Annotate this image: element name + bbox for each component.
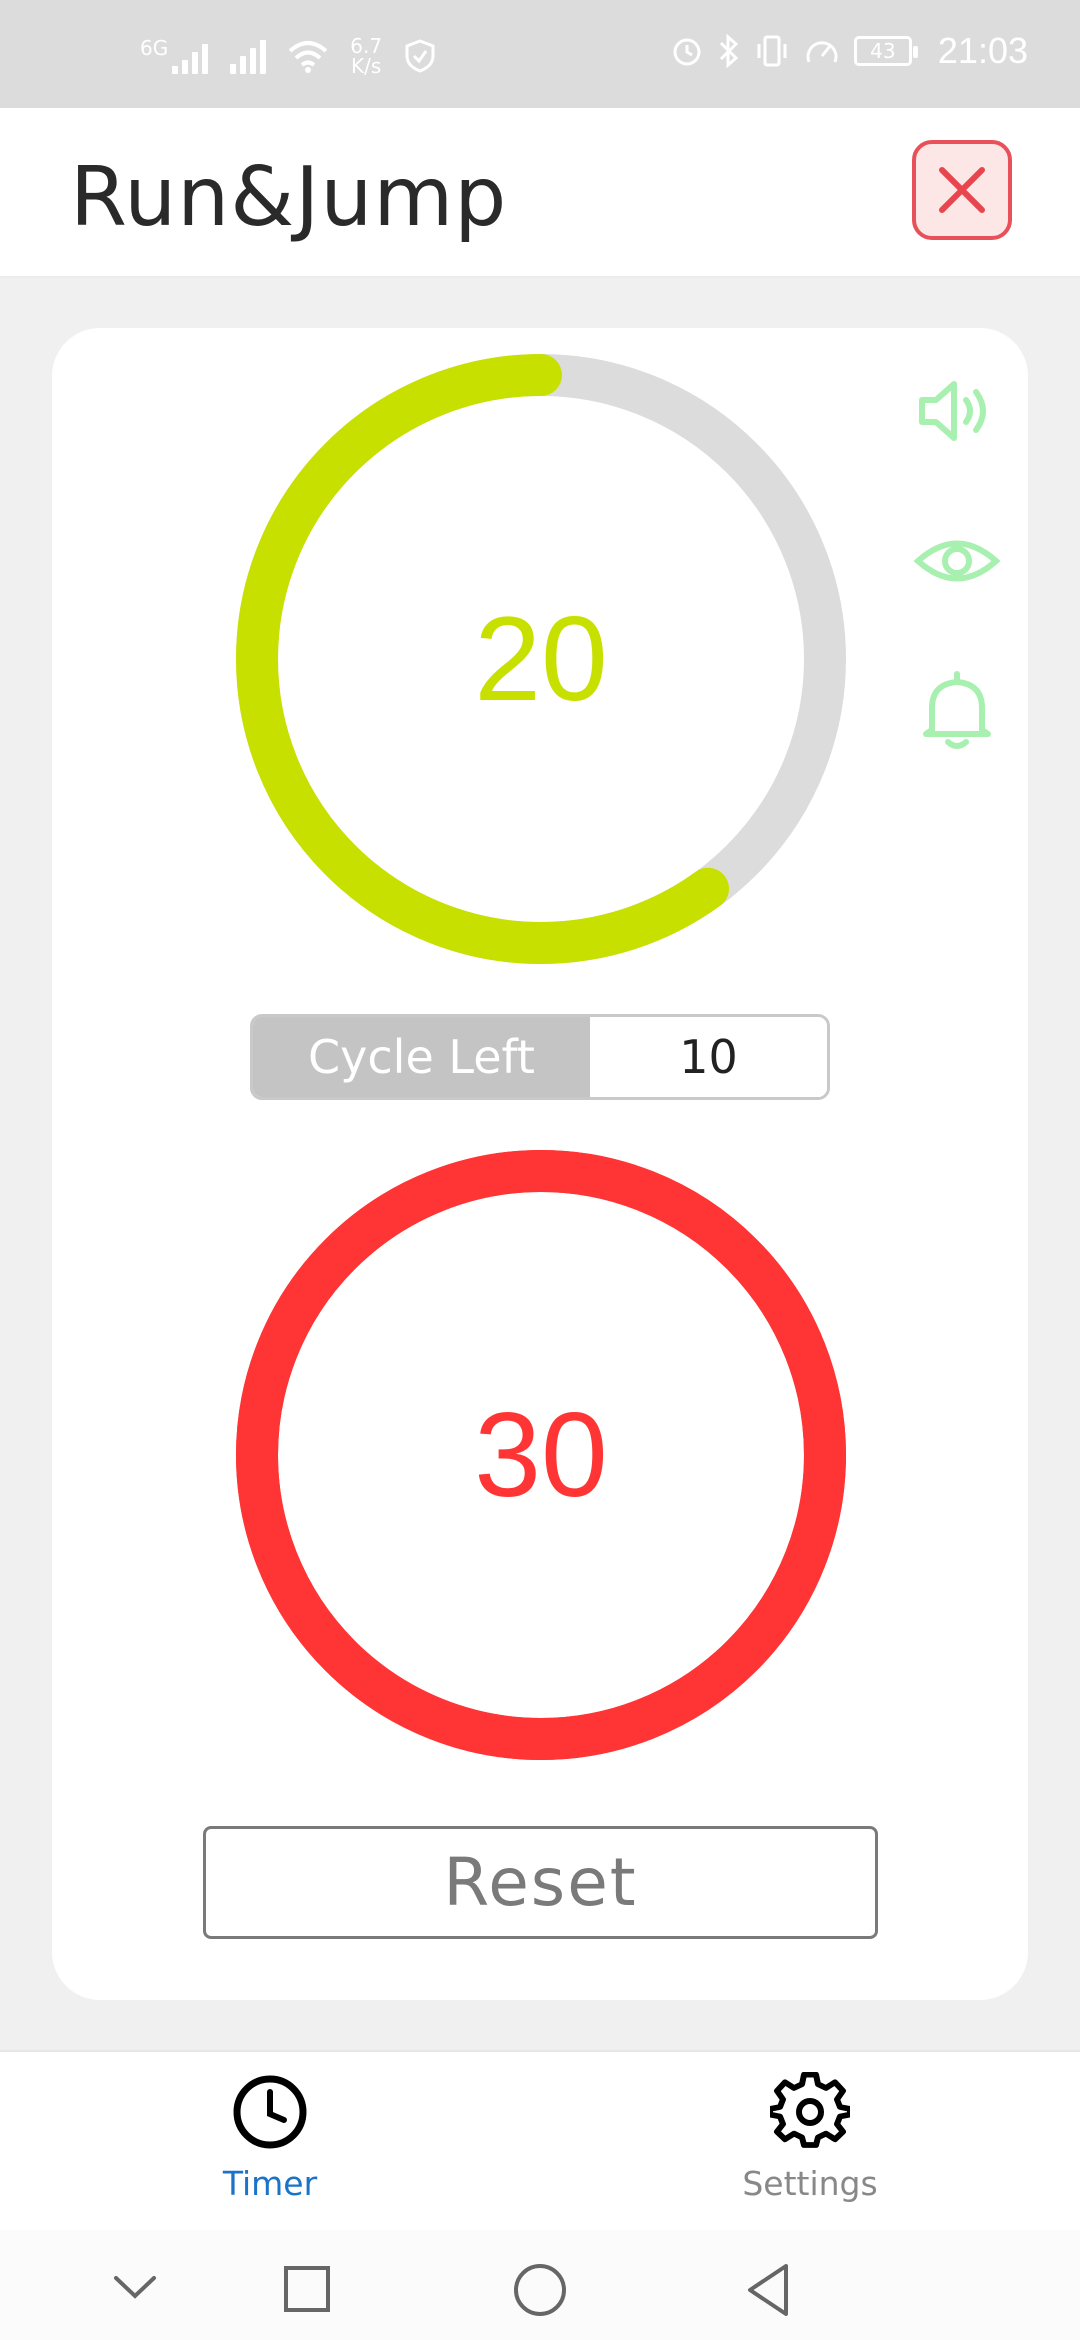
run-timer-ring: 20 [236,354,846,964]
net-speed: 6.7 K/s [350,36,382,76]
cycle-left-label: Cycle Left [253,1017,590,1097]
signal-icon: 6G [140,36,209,74]
page-title: Run&Jump [70,150,508,245]
square-icon[interactable] [282,2264,332,2314]
jump-timer-ring: 30 [236,1150,846,1760]
network-type: 6G [140,36,169,60]
sound-icon[interactable] [914,368,1000,454]
net-speed-unit: K/s [351,54,382,78]
reset-button[interactable]: Reset [203,1826,878,1939]
timer-card: 20 Cycle Left 10 30 Reset [52,328,1028,2000]
status-left: 6G 6.7 K/s [140,36,436,76]
gear-icon [770,2072,850,2148]
clock-time: 21:03 [937,30,1028,71]
wifi-icon [288,41,328,73]
speedometer-icon [806,41,838,63]
signal-icon [230,38,267,74]
back-triangle-icon[interactable] [744,2262,792,2318]
shield-icon [405,39,435,73]
clock-icon [233,2075,307,2149]
cycle-left-value: 10 [590,1017,827,1097]
run-timer-value: 20 [474,592,608,726]
vibrate-icon [757,35,787,67]
battery-icon: 43 [853,36,918,66]
tab-settings-label: Settings [742,2164,878,2203]
tab-timer[interactable]: Timer [150,2072,390,2203]
tab-timer-label: Timer [222,2164,318,2203]
side-controls [914,368,1014,818]
bottom-nav: Timer Settings [0,2050,1080,2230]
close-icon [939,167,985,213]
cycle-left-indicator: Cycle Left 10 [250,1014,830,1100]
circle-icon[interactable] [512,2262,568,2318]
chevron-down-icon[interactable] [112,2272,158,2302]
status-bar: 6G 6.7 K/s 43 21:03 [0,0,1080,108]
status-right: 43 21:03 [670,30,1028,72]
tab-settings[interactable]: Settings [690,2072,930,2203]
app-bar: Run&Jump [0,108,1080,278]
system-nav-bar [0,2230,1080,2340]
bluetooth-icon [719,34,739,68]
alarm-icon [673,38,701,66]
close-button[interactable] [912,140,1012,240]
eye-icon[interactable] [914,518,1000,604]
bell-icon[interactable] [914,668,1000,754]
jump-timer-value: 30 [474,1388,608,1522]
net-speed-value: 6.7 [350,34,383,58]
